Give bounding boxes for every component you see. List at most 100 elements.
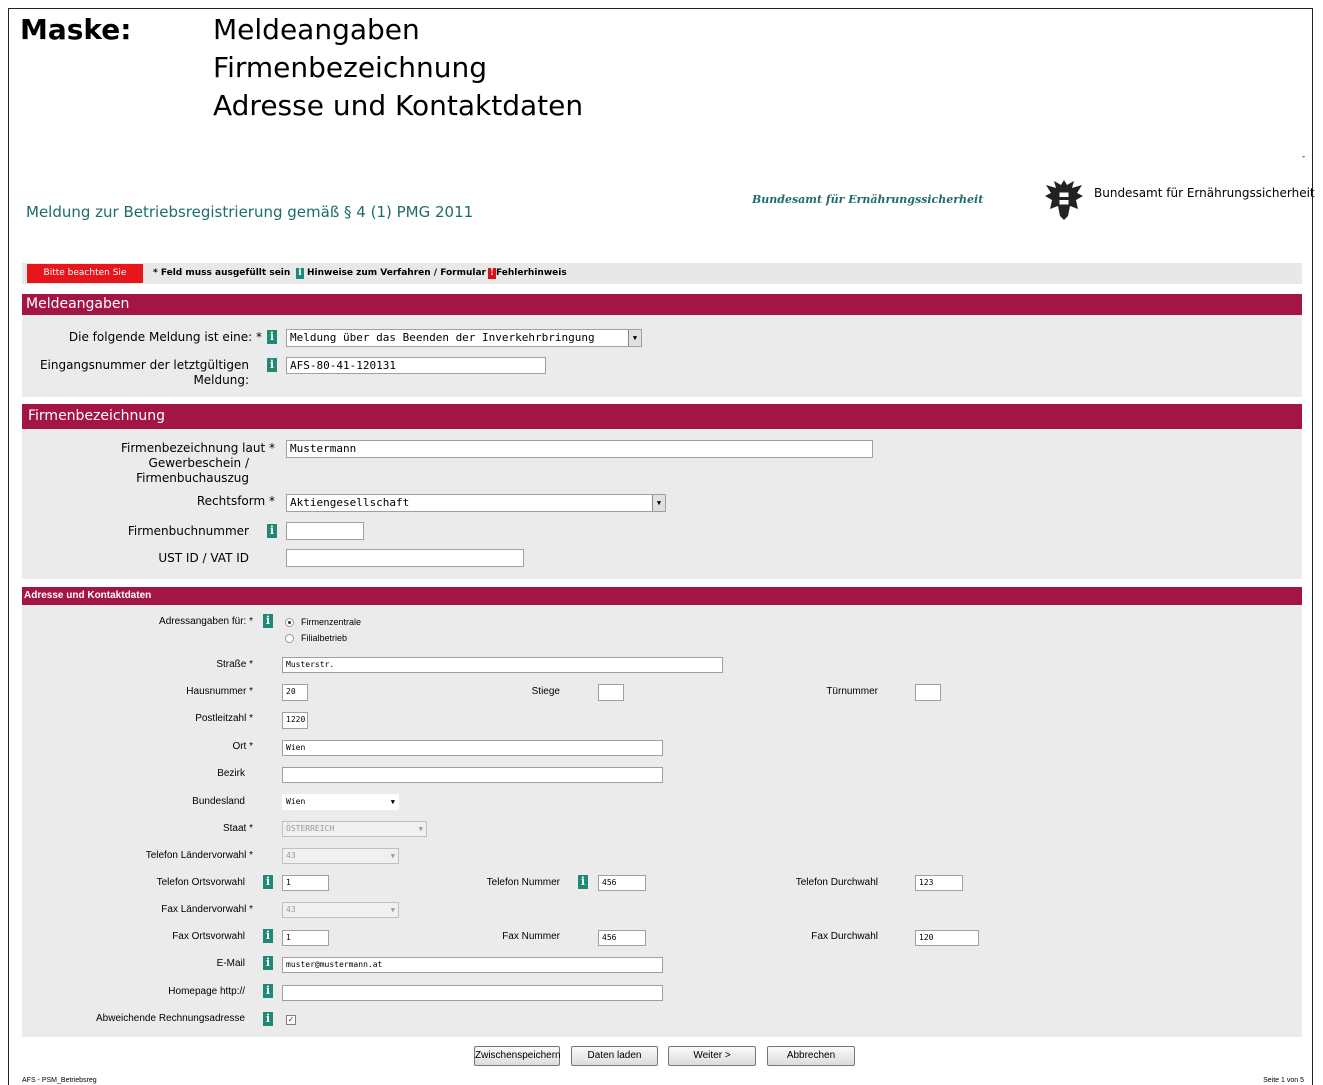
bundesland-select[interactable]: Wien ▼ [282, 794, 399, 810]
mask-line-3: Adresse und Kontaktdaten [213, 89, 584, 122]
section-header-firma: Firmenbezeichnung [22, 404, 1302, 429]
notice-badge: Bitte beachten Sie [27, 264, 143, 283]
footer-page: Seite 1 von 5 [1263, 1077, 1304, 1084]
mask-line-1: Meldeangaben [213, 13, 420, 46]
rechtsform-label: Rechtsform * [196, 494, 275, 508]
fax-laendervorwahl-select: 43 ▼ [282, 902, 399, 918]
info-icon[interactable]: i [263, 875, 273, 889]
fax-nummer-label: Fax Nummer [502, 931, 560, 942]
daten-laden-button[interactable]: Daten laden [571, 1046, 658, 1066]
firmenbuchnummer-input[interactable] [286, 522, 364, 540]
meldung-type-select[interactable]: Meldung über das Beenden der Inverkehrbr… [286, 329, 642, 347]
rechnungsadresse-checkbox[interactable]: ✓ [286, 1015, 296, 1025]
fax-durchwahl-label: Fax Durchwahl [811, 931, 878, 942]
tel-nummer-input[interactable]: 456 [598, 875, 646, 891]
info-icon[interactable]: i [578, 875, 588, 889]
agency-italic-text: Bundesamt für Ernährungssicherheit [752, 193, 984, 206]
tel-ortsvorwahl-input[interactable]: 1 [282, 875, 329, 891]
meldung-type-label: Die folgende Meldung ist eine: * [68, 330, 262, 344]
mask-line-2: Firmenbezeichnung [213, 51, 487, 84]
ort-label: Ort * [232, 741, 253, 752]
ust-input[interactable] [286, 549, 524, 567]
info-icon[interactable]: i [263, 929, 273, 943]
firmenname-input[interactable]: Mustermann [286, 440, 873, 458]
abbrechen-button[interactable]: Abbrechen [767, 1046, 855, 1066]
fax-ortsvorwahl-label: Fax Ortsvorwahl [172, 931, 245, 942]
section-header-meldeangaben: Meldeangaben [22, 294, 1302, 315]
eingang-label-1: Eingangsnummer der letztgültigen [39, 358, 249, 372]
staat-select: ÖSTERREICH ▼ [282, 821, 427, 837]
info-icon[interactable]: i [267, 330, 277, 344]
tuernummer-label: Türnummer [826, 686, 878, 697]
dash-mark: - [1302, 152, 1306, 162]
info-icon[interactable]: i [263, 614, 273, 628]
chevron-down-icon: ▼ [390, 852, 395, 860]
agency-name: Bundesamt für Ernährungssicherheit [1094, 186, 1315, 200]
fax-durchwahl-input[interactable]: 120 [915, 930, 979, 946]
tel-laendervorwahl-label: Telefon Ländervorwahl * [145, 850, 253, 861]
info-icon: i [296, 268, 304, 279]
ort-input[interactable]: Wien [282, 740, 663, 756]
weiter-button[interactable]: Weiter > [668, 1046, 756, 1066]
hausnummer-label: Hausnummer * [186, 686, 253, 697]
bezirk-label: Bezirk [217, 768, 245, 779]
chevron-down-icon: ▼ [418, 825, 423, 833]
tel-ortsvorwahl-label: Telefon Ortsvorwahl [156, 877, 245, 888]
section-header-adresse: Adresse und Kontaktdaten [22, 587, 1302, 605]
chevron-down-icon: ▼ [652, 495, 665, 511]
firmenname-label-2: Gewerbeschein / [148, 456, 249, 470]
eingang-label-2: Meldung: [193, 373, 249, 387]
error-legend: Fehlerhinweis [496, 268, 567, 278]
radio-firmenzentrale[interactable] [285, 618, 294, 627]
rechnungsadresse-label: Abweichende Rechnungsadresse [96, 1013, 245, 1024]
stiege-label: Stiege [531, 686, 560, 697]
bundesland-label: Bundesland [192, 796, 245, 807]
hausnummer-input[interactable]: 20 [282, 684, 308, 701]
radio-firmenzentrale-label: Firmenzentrale [301, 617, 362, 627]
fax-ortsvorwahl-input[interactable]: 1 [282, 930, 329, 946]
plz-input[interactable]: 1220 [282, 712, 308, 729]
homepage-input[interactable] [282, 985, 663, 1001]
eagle-emblem-icon [1045, 180, 1083, 220]
staat-label: Staat * [222, 823, 253, 834]
info-icon[interactable]: i [267, 524, 277, 538]
zwischenspeichern-button[interactable]: Zwischenspeichern [474, 1046, 561, 1066]
firmenname-label-1: Firmenbezeichnung laut * [120, 441, 275, 455]
info-icon[interactable]: i [263, 956, 273, 970]
info-icon[interactable]: i [263, 984, 273, 998]
tel-laendervorwahl-select: 43 ▼ [282, 848, 399, 864]
chevron-down-icon: ▼ [390, 798, 395, 806]
eingangsnummer-input[interactable]: AFS-80-41-120131 [286, 357, 546, 374]
email-input[interactable]: muster@mustermann.at [282, 957, 663, 973]
ust-label: UST ID / VAT ID [158, 551, 249, 565]
info-icon[interactable]: i [267, 358, 277, 372]
mask-label: Maske: [20, 13, 132, 46]
radio-filialbetrieb-label: Filialbetrieb [301, 633, 348, 643]
email-label: E-Mail [216, 958, 245, 969]
strasse-label: Straße * [216, 659, 253, 670]
info-legend: Hinweise zum Verfahren / Formular [307, 268, 486, 278]
firmenbuchnummer-label: Firmenbuchnummer [127, 524, 249, 538]
error-icon: ! [488, 268, 496, 279]
stiege-input[interactable] [598, 684, 624, 701]
chevron-down-icon: ▼ [628, 330, 641, 346]
strasse-input[interactable]: Musterstr. [282, 657, 723, 673]
homepage-label: Homepage http:// [168, 986, 245, 997]
tel-durchwahl-input[interactable]: 123 [915, 875, 963, 891]
tel-nummer-label: Telefon Nummer [486, 877, 560, 888]
chevron-down-icon: ▼ [390, 906, 395, 914]
fax-nummer-input[interactable]: 456 [598, 930, 646, 946]
adressangaben-label: Adressangaben für: * [159, 616, 253, 627]
tel-durchwahl-label: Telefon Durchwahl [795, 877, 878, 888]
rechtsform-select[interactable]: Aktiengesellschaft ▼ [286, 494, 666, 512]
footer-left: AFS - PSM_Betriebsreg [22, 1077, 97, 1084]
plz-label: Postleitzahl * [195, 713, 253, 724]
radio-filialbetrieb[interactable] [285, 634, 294, 643]
firmenname-label-3: Firmenbuchauszug [136, 471, 249, 485]
bezirk-input[interactable] [282, 767, 663, 783]
info-icon[interactable]: i [263, 1012, 273, 1026]
form-title: Meldung zur Betriebsregistrierung gemäß … [26, 203, 474, 221]
tuernummer-input[interactable] [915, 684, 941, 701]
fax-laendervorwahl-label: Fax Ländervorwahl * [161, 904, 253, 915]
required-legend: * Feld muss ausgefüllt sein [153, 268, 291, 278]
